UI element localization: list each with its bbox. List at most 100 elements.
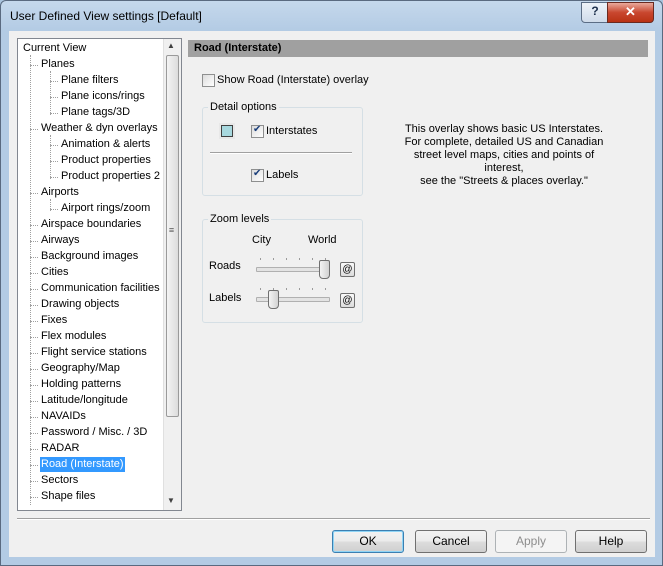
question-icon: ? xyxy=(591,4,599,18)
settings-tree[interactable]: Current View Planes Plane filters Plane ico… xyxy=(17,38,182,511)
slider-thumb[interactable] xyxy=(268,290,279,309)
window-title: User Defined View settings [Default] xyxy=(10,9,202,23)
roads-zoom-button[interactable]: @ xyxy=(340,262,355,277)
scroll-up-icon[interactable]: ▲ xyxy=(167,41,175,50)
dialog-client: Current View Planes Plane filters Plane ico… xyxy=(9,31,655,557)
slider-thumb[interactable] xyxy=(319,260,330,279)
zoom-city-label: City xyxy=(252,234,271,246)
apply-button[interactable]: Apply xyxy=(495,530,567,553)
cancel-button[interactable]: Cancel xyxy=(415,530,487,553)
zoom-labels-label: Labels xyxy=(209,292,242,304)
tree-item[interactable]: Flex modules xyxy=(40,329,107,344)
interstates-checkbox[interactable] xyxy=(251,124,264,138)
description-line: see the "Streets & places overlay." xyxy=(420,175,588,187)
labels-zoom-button[interactable]: @ xyxy=(340,293,355,308)
tree-item[interactable]: Weather & dyn overlays xyxy=(40,121,159,136)
close-button[interactable]: ✕ xyxy=(607,2,654,23)
ok-button[interactable]: OK xyxy=(332,530,404,553)
detail-separator xyxy=(210,152,352,154)
dialog-window: User Defined View settings [Default] ? ✕… xyxy=(0,0,663,566)
slider-tick xyxy=(312,258,313,260)
tree-connector xyxy=(50,97,58,98)
tree-item[interactable]: Drawing objects xyxy=(40,297,120,312)
tree-connector xyxy=(30,129,38,130)
panel-title: Road (Interstate) xyxy=(194,42,282,54)
tree-connector xyxy=(50,199,51,211)
tree-connector xyxy=(30,289,38,290)
tree-connector xyxy=(30,193,38,194)
tree-item[interactable]: Airport rings/zoom xyxy=(60,201,151,216)
tree-connector xyxy=(50,209,58,210)
slider-tick xyxy=(299,258,300,260)
detail-options-title: Detail options xyxy=(208,101,279,113)
tree-item[interactable]: Shape files xyxy=(40,489,96,504)
overlay-description: This overlay shows basic US Interstates.… xyxy=(394,123,614,188)
labels-checkbox[interactable] xyxy=(251,168,264,182)
tree-connector xyxy=(30,369,38,370)
tree-connector xyxy=(30,225,38,226)
tree-item[interactable]: Plane tags/3D xyxy=(60,105,131,120)
tree-item[interactable]: Geography/Map xyxy=(40,361,121,376)
tree-connector xyxy=(30,65,38,66)
description-line: This overlay shows basic US Interstates. xyxy=(404,123,604,135)
title-bar[interactable]: User Defined View settings [Default] ? ✕ xyxy=(1,1,662,31)
slider-tick xyxy=(312,288,313,290)
slider-tick xyxy=(299,288,300,290)
tree-connector xyxy=(50,71,51,115)
tree-connector xyxy=(30,449,38,450)
tree-item[interactable]: Product properties xyxy=(60,153,152,168)
tree-item[interactable]: Airspace boundaries xyxy=(40,217,142,232)
scroll-thumb[interactable] xyxy=(166,55,179,417)
interstate-color-swatch[interactable] xyxy=(221,125,233,137)
slider-tick xyxy=(260,258,261,260)
tree-connector xyxy=(30,257,38,258)
slider-tick xyxy=(325,288,326,290)
tree-item[interactable]: NAVAIDs xyxy=(40,409,87,424)
tree-connector xyxy=(30,273,38,274)
tree-item[interactable]: Current View xyxy=(22,41,87,56)
tree-connector xyxy=(30,337,38,338)
tree-item[interactable]: Road (Interstate) xyxy=(40,457,125,472)
tree-item[interactable]: Cities xyxy=(40,265,70,280)
tree-connector xyxy=(30,385,38,386)
grip-icon: ≡ xyxy=(168,225,175,235)
tree-connector xyxy=(50,135,51,179)
tree-connector xyxy=(30,497,38,498)
interstates-label[interactable]: Interstates xyxy=(266,125,317,137)
tree-connector xyxy=(30,55,31,505)
tree-connector xyxy=(30,433,38,434)
tree-connector xyxy=(50,81,58,82)
scroll-down-icon[interactable]: ▼ xyxy=(167,496,175,505)
slider-tick xyxy=(286,288,287,290)
show-overlay-checkbox[interactable] xyxy=(202,74,215,87)
tree-item[interactable]: Airways xyxy=(40,233,81,248)
tree-item[interactable]: Product properties 2 xyxy=(60,169,161,184)
tree-item[interactable]: Holding patterns xyxy=(40,377,122,392)
zoom-levels-title: Zoom levels xyxy=(208,213,272,225)
bottom-separator xyxy=(17,518,650,520)
tree-item[interactable]: RADAR xyxy=(40,441,81,456)
tree-item[interactable]: Planes xyxy=(40,57,76,72)
zoom-roads-label: Roads xyxy=(209,260,241,272)
tree-item[interactable]: Password / Misc. / 3D xyxy=(40,425,148,440)
description-line: street level maps, cities and points of … xyxy=(413,149,595,174)
tree-item[interactable]: Plane filters xyxy=(60,73,119,88)
tree-item[interactable]: Fixes xyxy=(40,313,68,328)
slider-tick xyxy=(260,288,261,290)
tree-item[interactable]: Airports xyxy=(40,185,80,200)
tree-item[interactable]: Flight service stations xyxy=(40,345,148,360)
labels-label[interactable]: Labels xyxy=(266,169,298,181)
tree-item[interactable]: Background images xyxy=(40,249,139,264)
description-line: For complete, detailed US and Canadian xyxy=(404,136,604,148)
show-overlay-label[interactable]: Show Road (Interstate) overlay xyxy=(217,74,369,86)
tree-scrollbar[interactable]: ▲ ≡ ▼ xyxy=(163,39,181,510)
help-button[interactable]: Help xyxy=(575,530,647,553)
tree-item[interactable]: Latitude/longitude xyxy=(40,393,129,408)
tree-item[interactable]: Animation & alerts xyxy=(60,137,151,152)
tree-item[interactable]: Sectors xyxy=(40,473,79,488)
tree-item[interactable]: Communication facilities xyxy=(40,281,161,296)
tree-connector xyxy=(50,161,58,162)
tree-connector xyxy=(50,177,58,178)
tree-item[interactable]: Plane icons/rings xyxy=(60,89,146,104)
help-caption-button[interactable]: ? xyxy=(581,2,609,23)
